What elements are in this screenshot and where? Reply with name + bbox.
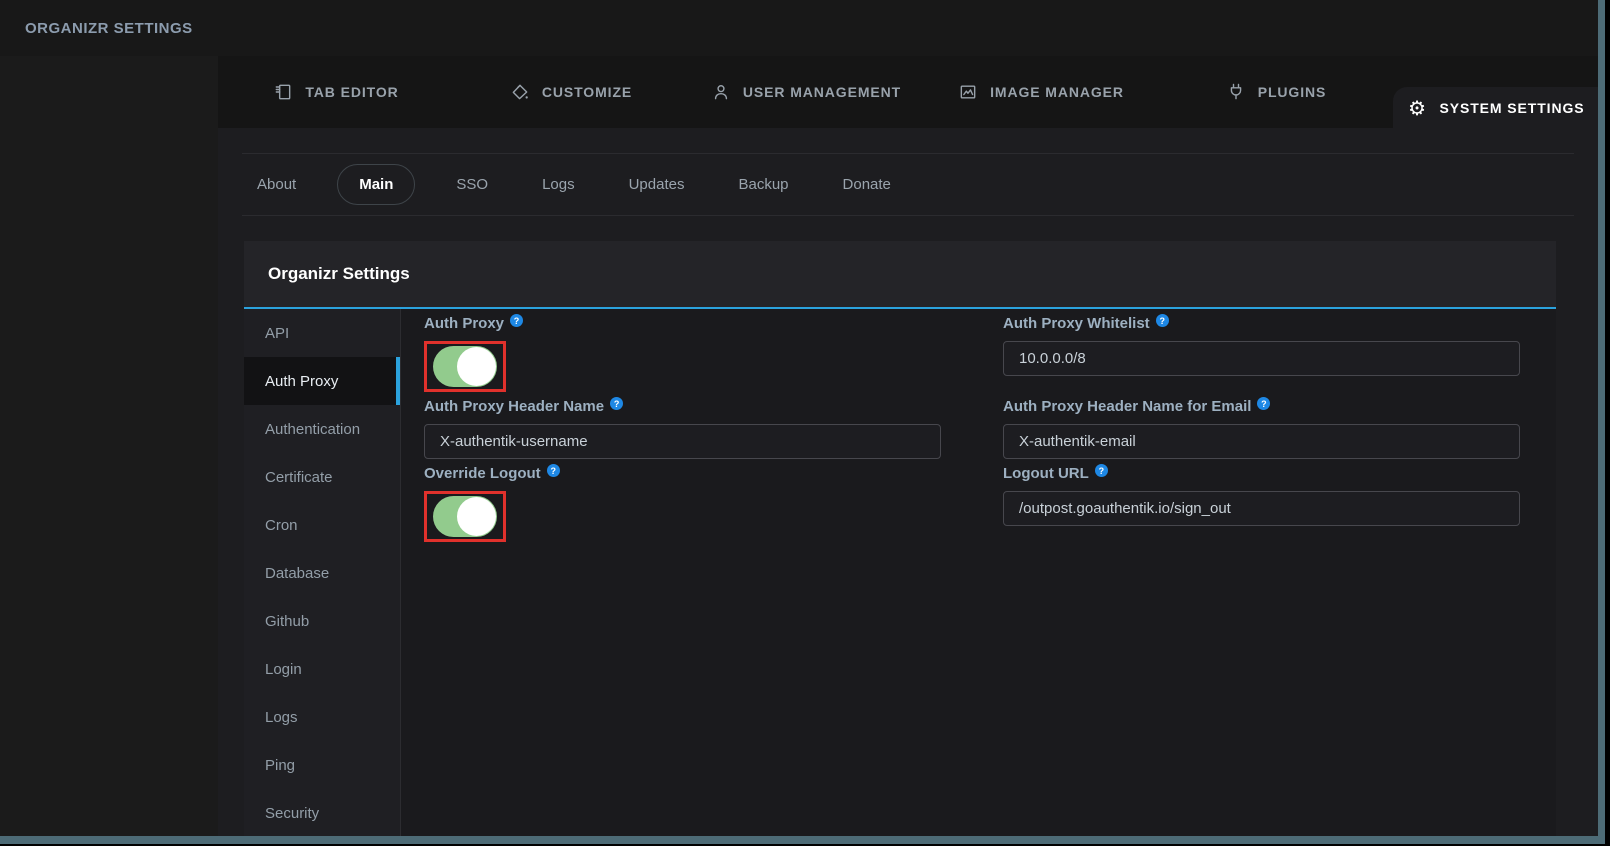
- nav-item-auth-proxy[interactable]: Auth Proxy: [244, 357, 400, 405]
- settings-side-nav: APIAuth ProxyAuthenticationCertificateCr…: [244, 309, 401, 837]
- app-window: ORGANIZR SETTINGS TAB EDITOR CUSTOMIZE USE…: [0, 0, 1605, 844]
- field-auth-proxy-header-name-for-email: Auth Proxy Header Name for Email?: [1003, 398, 1520, 459]
- field-auth-proxy: Auth Proxy?: [424, 315, 941, 392]
- paint-bucket-icon: [509, 81, 531, 103]
- help-icon[interactable]: ?: [547, 464, 560, 477]
- highlight-box: [424, 491, 506, 542]
- user-icon: [710, 81, 732, 103]
- tab-tab-editor[interactable]: TAB EDITOR: [218, 56, 453, 128]
- subtab-updates[interactable]: Updates: [616, 164, 698, 205]
- field-label: Auth Proxy: [424, 315, 504, 332]
- tab-user-management[interactable]: USER MANAGEMENT: [688, 56, 923, 128]
- logout-url-input[interactable]: [1003, 491, 1520, 526]
- field-label: Auth Proxy Header Name for Email: [1003, 398, 1251, 415]
- nav-item-database[interactable]: Database: [244, 549, 400, 597]
- auth-proxy-header-name-for-email-input[interactable]: [1003, 424, 1520, 459]
- field-label-row: Auth Proxy Whitelist?: [1003, 315, 1520, 336]
- tab-label: SYSTEM SETTINGS: [1440, 100, 1585, 116]
- main-row: TAB EDITOR CUSTOMIZE USER MANAGEMENT IMAGE …: [0, 56, 1598, 836]
- auth-proxy-toggle[interactable]: [433, 346, 497, 387]
- subtab-donate[interactable]: Donate: [830, 164, 904, 205]
- sub-tab-bar: About Main SSO Logs Updates Backup Donate: [242, 153, 1574, 216]
- field-override-logout: Override Logout?: [424, 465, 941, 542]
- highlight-box: [424, 341, 506, 392]
- field-auth-proxy-header-name: Auth Proxy Header Name?: [424, 398, 941, 459]
- nav-item-github[interactable]: Github: [244, 597, 400, 645]
- tab-label: CUSTOMIZE: [542, 84, 632, 100]
- left-spacer-column: [0, 56, 218, 836]
- tab-label: TAB EDITOR: [305, 84, 398, 100]
- help-icon[interactable]: ?: [1156, 314, 1169, 327]
- field-label-row: Override Logout?: [424, 465, 941, 486]
- help-icon[interactable]: ?: [1095, 464, 1108, 477]
- field-auth-proxy-whitelist: Auth Proxy Whitelist?: [1003, 315, 1520, 376]
- field-label-row: Logout URL?: [1003, 465, 1520, 486]
- page-title: ORGANIZR SETTINGS: [25, 20, 193, 37]
- tab-label: USER MANAGEMENT: [743, 84, 901, 100]
- content-area: TAB EDITOR CUSTOMIZE USER MANAGEMENT IMAGE …: [218, 56, 1598, 836]
- nav-item-ping[interactable]: Ping: [244, 741, 400, 789]
- override-logout-toggle[interactable]: [433, 496, 497, 537]
- nav-item-logs[interactable]: Logs: [244, 693, 400, 741]
- auth-proxy-form: Auth Proxy?Auth Proxy Whitelist?Auth Pro…: [401, 309, 1556, 837]
- auth-proxy-whitelist-input[interactable]: [1003, 341, 1520, 376]
- gear-icon: ⚙: [1407, 97, 1429, 119]
- subtab-logs[interactable]: Logs: [529, 164, 588, 205]
- nav-item-certificate[interactable]: Certificate: [244, 453, 400, 501]
- tab-bar: TAB EDITOR CUSTOMIZE USER MANAGEMENT IMAGE …: [218, 56, 1598, 128]
- field-logout-url: Logout URL?: [1003, 465, 1520, 526]
- field-label-row: Auth Proxy Header Name?: [424, 398, 941, 419]
- field-label: Auth Proxy Whitelist: [1003, 315, 1150, 332]
- field-label: Auth Proxy Header Name: [424, 398, 604, 415]
- card-body: APIAuth ProxyAuthenticationCertificateCr…: [244, 309, 1556, 837]
- field-label: Logout URL: [1003, 465, 1089, 482]
- nav-item-authentication[interactable]: Authentication: [244, 405, 400, 453]
- field-label: Override Logout: [424, 465, 541, 482]
- subtab-backup[interactable]: Backup: [725, 164, 801, 205]
- toggle-knob: [457, 497, 496, 536]
- subtab-about[interactable]: About: [244, 164, 309, 205]
- nav-item-cron[interactable]: Cron: [244, 501, 400, 549]
- field-label-row: Auth Proxy?: [424, 315, 941, 336]
- tab-system-settings[interactable]: ⚙ SYSTEM SETTINGS: [1393, 87, 1598, 128]
- tab-editor-icon: [272, 81, 294, 103]
- tab-plugins[interactable]: PLUGINS: [1158, 56, 1393, 128]
- tab-label: PLUGINS: [1258, 84, 1327, 100]
- help-icon[interactable]: ?: [510, 314, 523, 327]
- plug-icon: [1225, 81, 1247, 103]
- nav-item-api[interactable]: API: [244, 309, 400, 357]
- image-icon: [957, 81, 979, 103]
- toggle-knob: [457, 347, 496, 386]
- card-header: Organizr Settings: [244, 241, 1556, 309]
- field-label-row: Auth Proxy Header Name for Email?: [1003, 398, 1520, 419]
- nav-item-login[interactable]: Login: [244, 645, 400, 693]
- subtab-main[interactable]: Main: [337, 164, 415, 205]
- system-settings-panel: About Main SSO Logs Updates Backup Donate Orga…: [218, 128, 1598, 836]
- tab-label: IMAGE MANAGER: [990, 84, 1124, 100]
- auth-proxy-header-name-input[interactable]: [424, 424, 941, 459]
- tab-image-manager[interactable]: IMAGE MANAGER: [923, 56, 1158, 128]
- help-icon[interactable]: ?: [610, 397, 623, 410]
- nav-item-security[interactable]: Security: [244, 789, 400, 837]
- help-icon[interactable]: ?: [1257, 397, 1270, 410]
- organizr-settings-card: Organizr Settings APIAuth ProxyAuthentic…: [244, 241, 1556, 837]
- subtab-sso[interactable]: SSO: [443, 164, 501, 205]
- card-title: Organizr Settings: [268, 264, 410, 284]
- top-bar: ORGANIZR SETTINGS: [0, 0, 1598, 56]
- tab-customize[interactable]: CUSTOMIZE: [453, 56, 688, 128]
